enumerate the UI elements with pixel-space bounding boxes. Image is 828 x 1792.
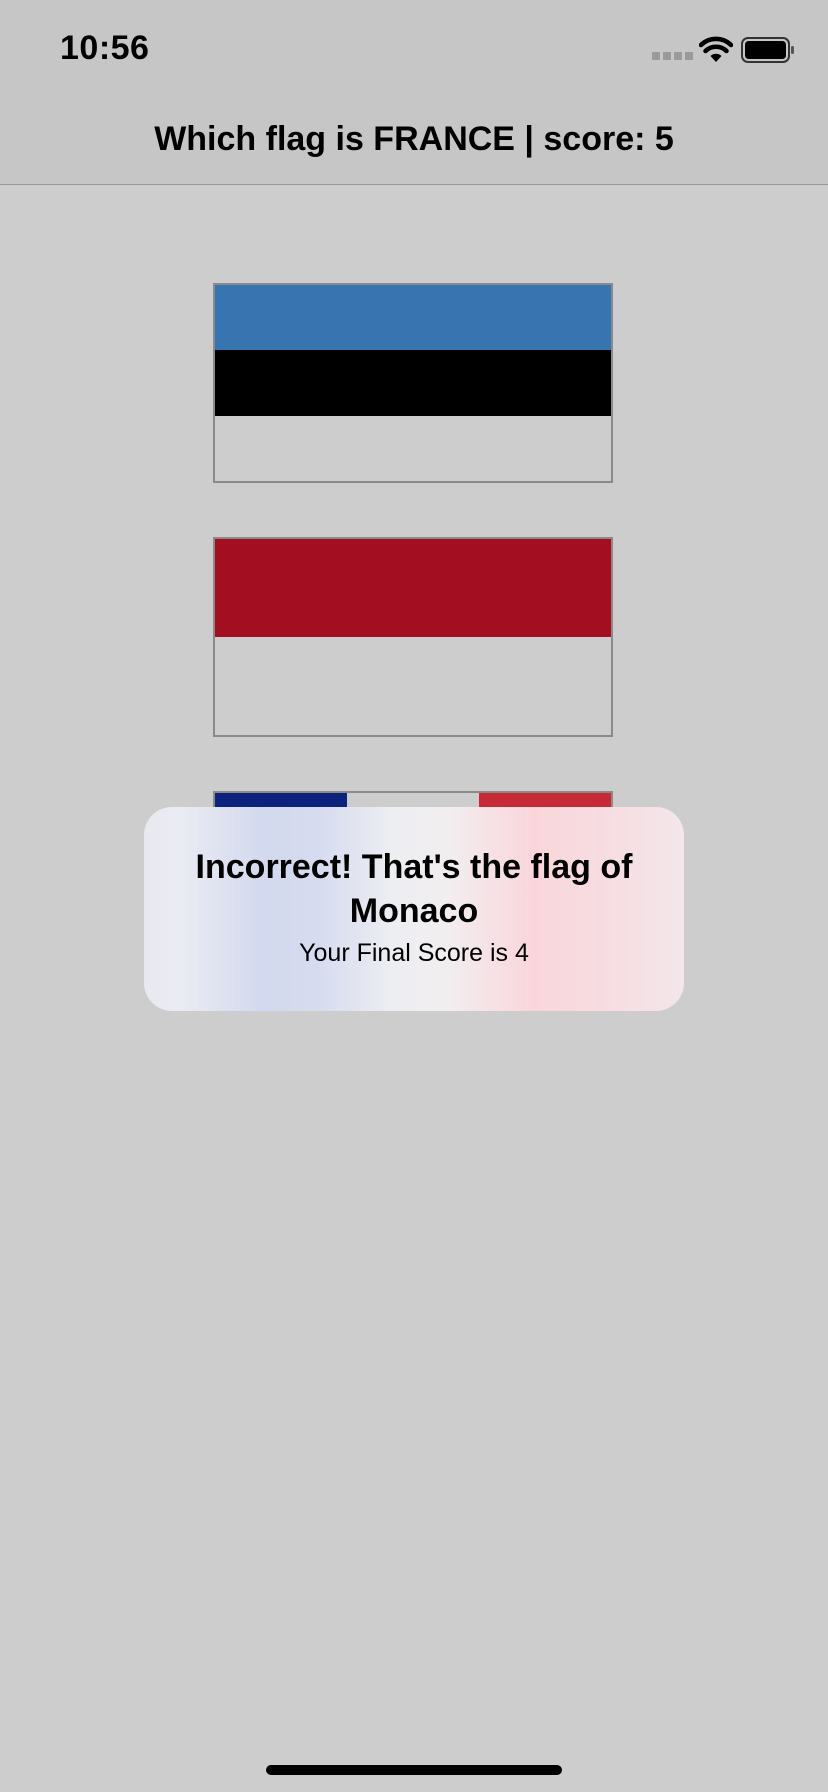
cellular-signal-icon xyxy=(652,52,693,60)
flag-stripe xyxy=(215,539,611,637)
flag-stripe xyxy=(215,415,611,481)
flag-stripe xyxy=(215,637,611,735)
status-time: 10:56 xyxy=(60,29,150,67)
flag-stripe xyxy=(215,285,611,351)
home-indicator[interactable] xyxy=(266,1765,562,1775)
alert-title: Incorrect! That's the flag of Monaco xyxy=(195,848,633,930)
flag-button-monaco[interactable] xyxy=(213,537,613,737)
navigation-bar: Which flag is FRANCE | score: 5 xyxy=(0,100,828,185)
battery-icon xyxy=(741,37,794,63)
page-title: Which flag is FRANCE | score: 5 xyxy=(154,120,674,158)
flag-button-estonia[interactable] xyxy=(213,283,613,483)
status-bar: 10:56 xyxy=(0,0,828,100)
wifi-icon xyxy=(699,36,733,62)
alert-message: Your Final Score is 4 xyxy=(299,939,529,967)
result-alert: Incorrect! That's the flag of Monaco You… xyxy=(144,807,684,1011)
flag-stripe xyxy=(215,350,611,416)
